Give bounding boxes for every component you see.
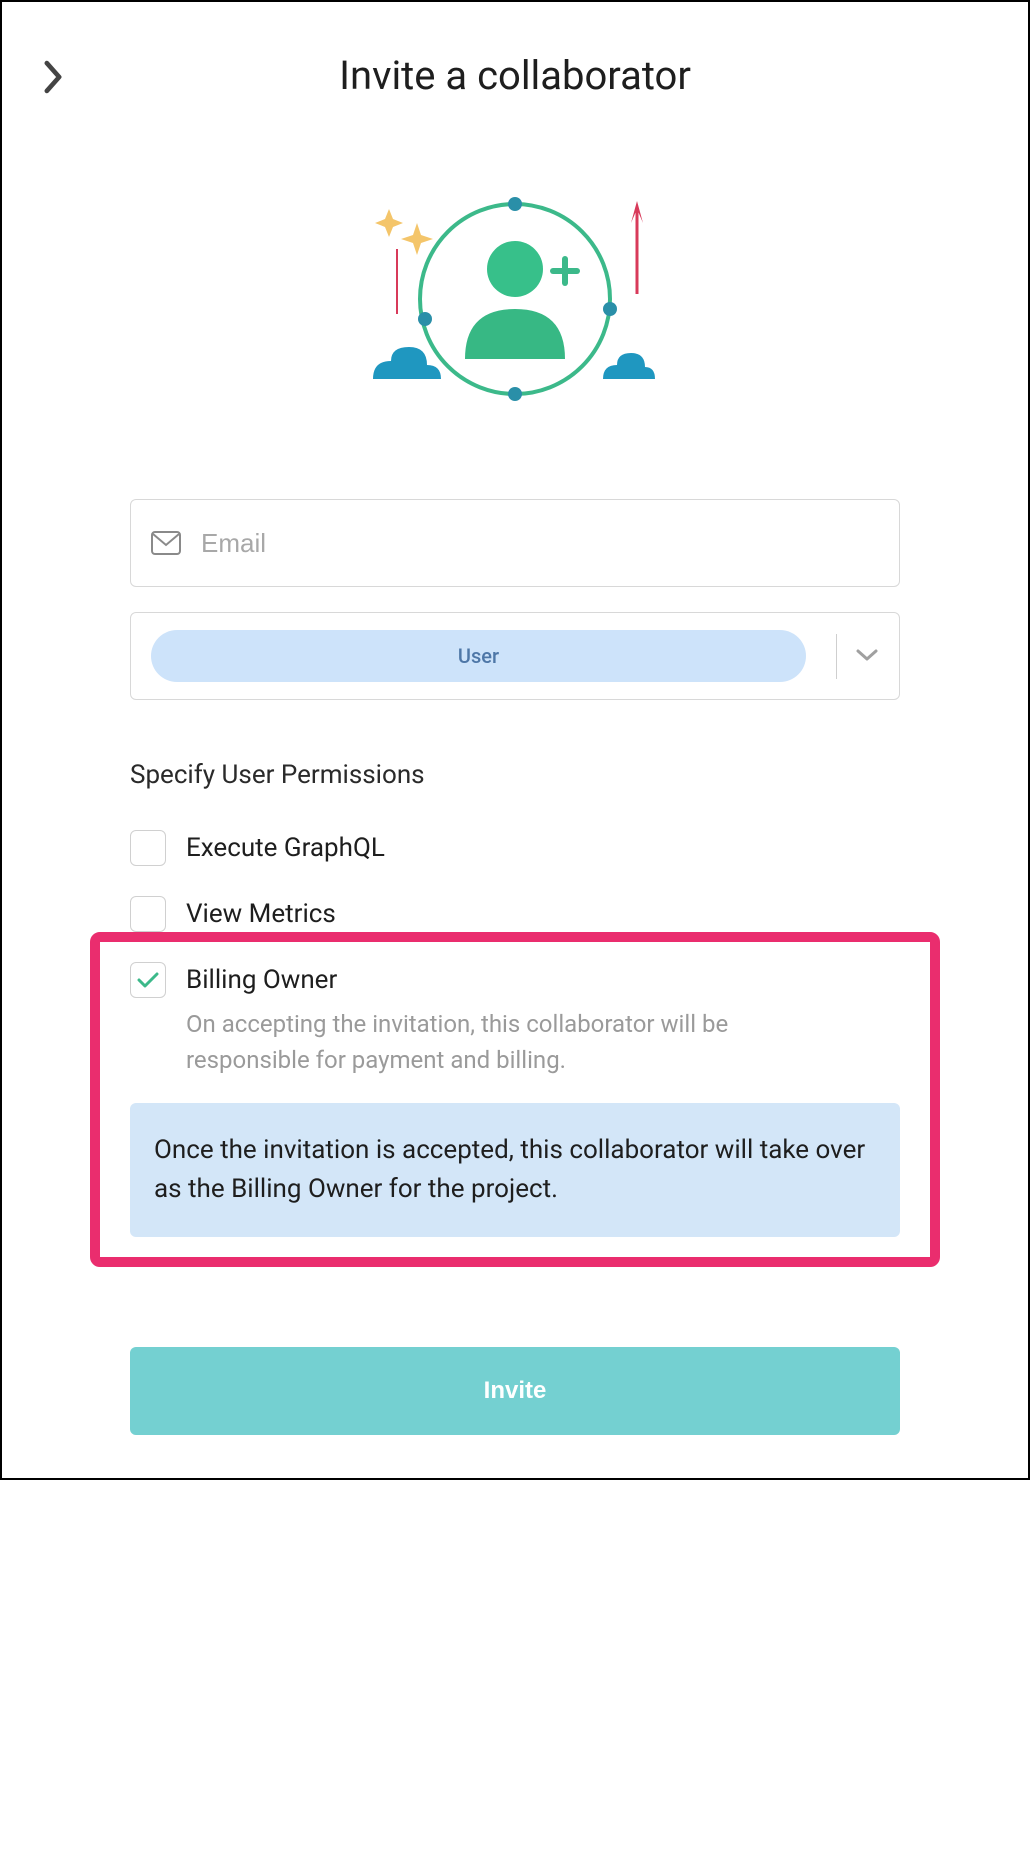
chevron-down-icon <box>855 647 879 666</box>
billing-owner-info: Once the invitation is accepted, this co… <box>130 1103 900 1237</box>
permission-row-view-metrics: View Metrics <box>130 896 900 932</box>
page-title: Invite a collaborator <box>62 52 968 99</box>
email-input[interactable] <box>201 528 879 559</box>
invite-button[interactable]: Invite <box>130 1347 900 1435</box>
collaborator-illustration <box>62 179 968 419</box>
checkbox-billing-owner[interactable] <box>130 962 166 998</box>
permission-label: Billing Owner <box>186 962 900 998</box>
highlight-box: Billing Owner On accepting the invitatio… <box>90 932 940 1267</box>
permission-row-billing-owner: Billing Owner On accepting the invitatio… <box>130 962 900 1078</box>
role-pill: User <box>151 630 806 682</box>
divider <box>836 634 837 679</box>
permission-label: View Metrics <box>186 896 336 932</box>
checkbox-view-metrics[interactable] <box>130 896 166 932</box>
email-icon <box>151 531 181 555</box>
email-input-wrapper <box>130 499 900 587</box>
permission-desc: On accepting the invitation, this collab… <box>186 1006 826 1078</box>
role-select[interactable]: User <box>130 612 900 700</box>
permissions-section-label: Specify User Permissions <box>130 760 900 790</box>
back-button[interactable] <box>42 60 64 98</box>
permission-row-execute-graphql: Execute GraphQL <box>130 830 900 866</box>
checkbox-execute-graphql[interactable] <box>130 830 166 866</box>
permission-label: Execute GraphQL <box>186 830 385 866</box>
